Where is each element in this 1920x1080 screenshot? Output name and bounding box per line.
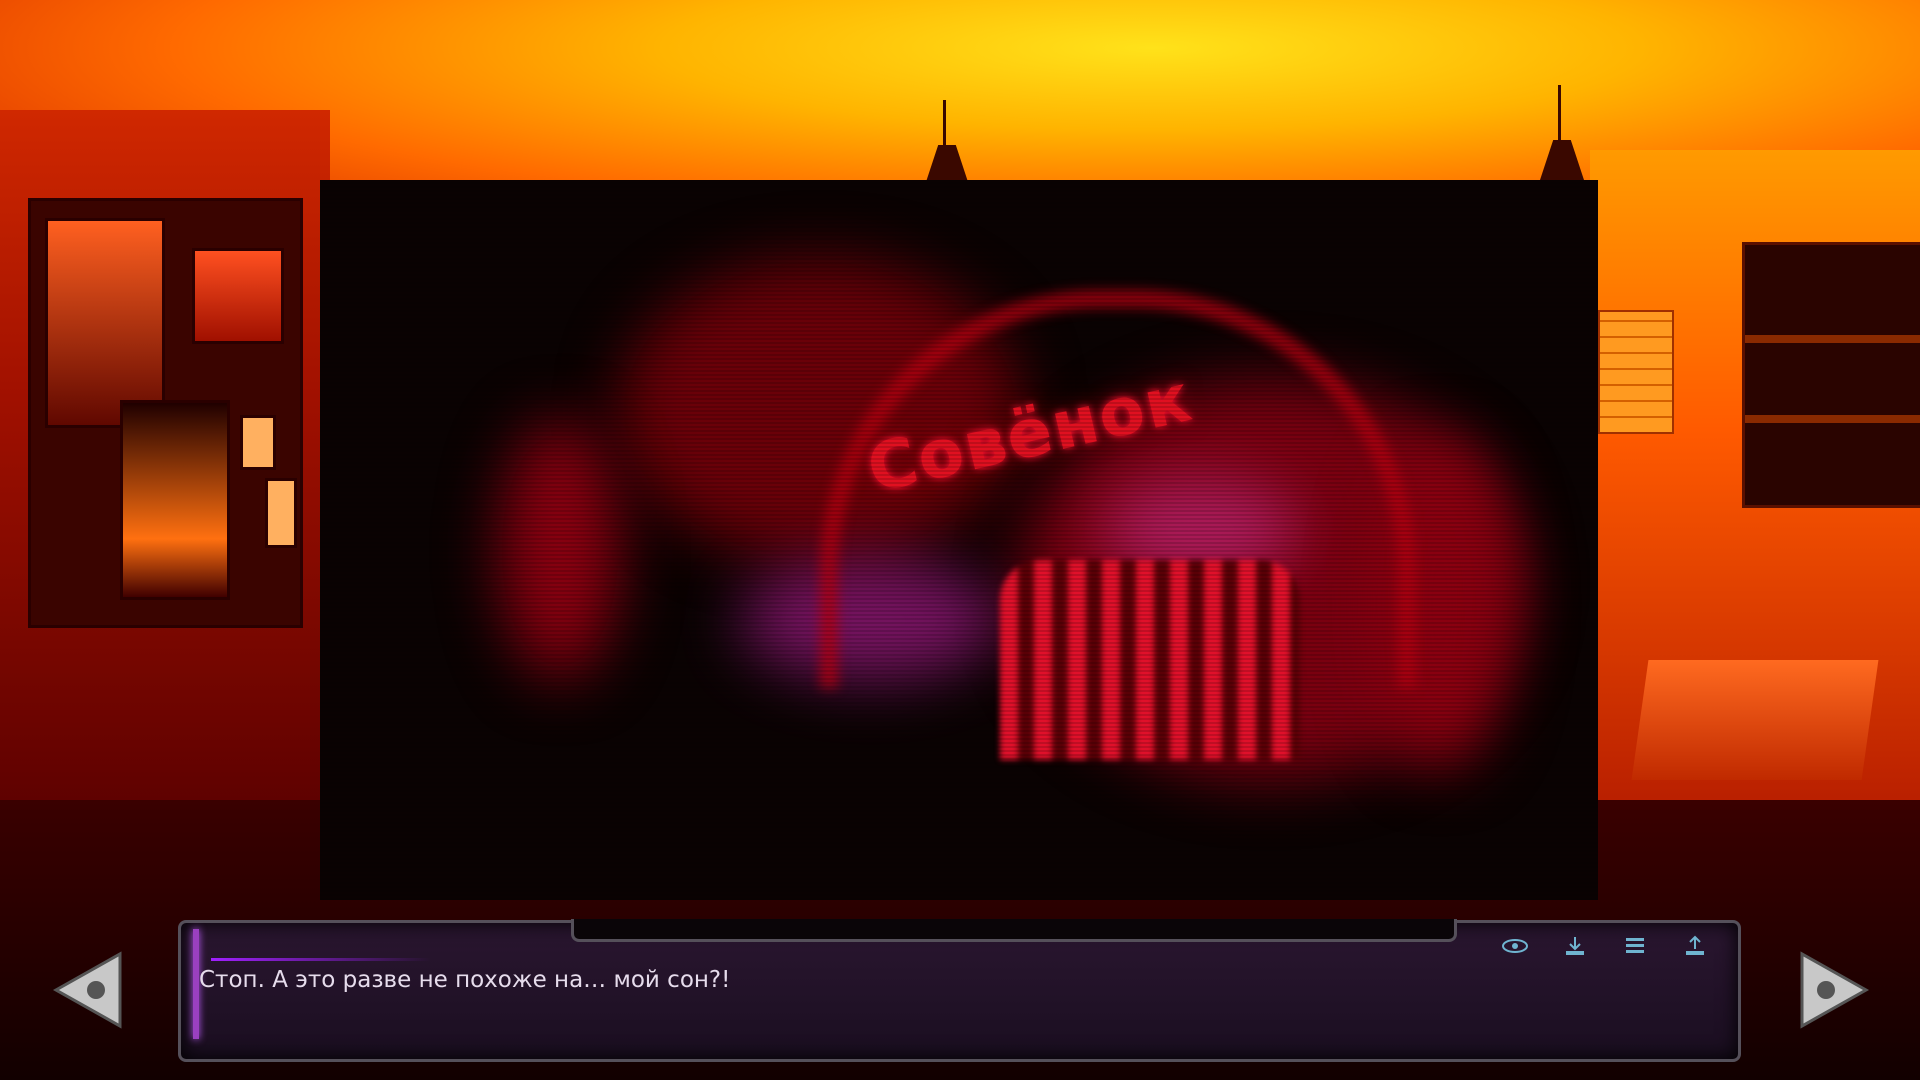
history-icon[interactable] [1622,935,1648,957]
prev-arrow-button[interactable] [52,950,124,1030]
wall-cabinet [1742,242,1920,508]
cabinet-shelf [1745,415,1920,423]
dialogue-controls [1502,935,1708,957]
dialogue-top-bar [571,919,1457,942]
next-arrow-button[interactable] [1798,950,1870,1030]
figure-silhouette [500,420,620,680]
load-icon[interactable] [1682,935,1708,957]
wall-calendar [1598,310,1674,434]
camp-gate-bars [1000,560,1300,760]
game-scene: Совёнок Стоп. А это разве не похоже на… … [0,0,1920,1080]
desk [1631,660,1879,780]
cabinet-shelf [1745,335,1920,343]
lamp-wire [1558,85,1561,145]
poster-rocket [120,400,230,600]
dialogue-text: Стоп. А это разве не похоже на… мой сон?… [199,967,731,993]
note-paper [240,415,276,470]
cutscene-video: Совёнок [320,180,1598,900]
poster-landscape [192,248,284,344]
speaker-name-line [211,958,431,961]
eye-icon[interactable] [1502,935,1528,957]
save-icon[interactable] [1562,935,1588,957]
note-paper [265,478,297,548]
dialogue-box[interactable]: Стоп. А это разве не похоже на… мой сон?… [178,919,1741,1062]
poster-cosmonaut [45,218,165,428]
